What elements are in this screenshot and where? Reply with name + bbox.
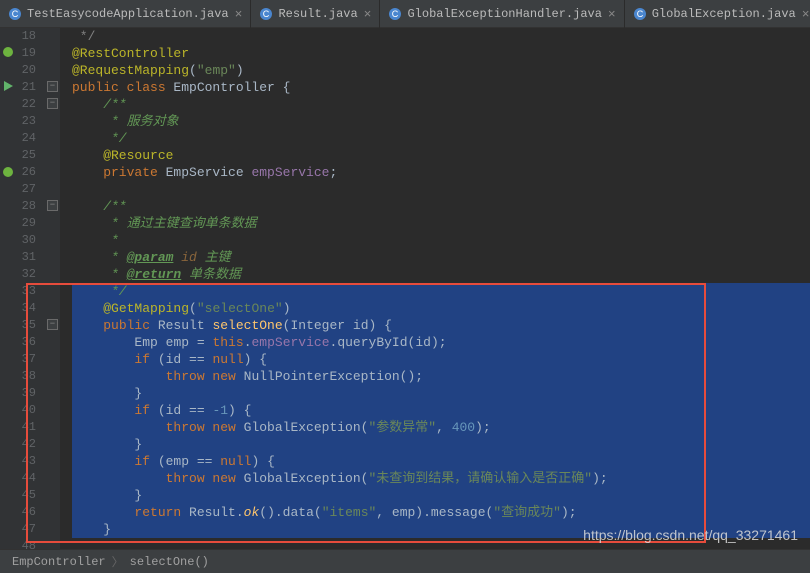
code-line: * 服务对象 (72, 113, 810, 130)
code-line: */ (72, 130, 810, 147)
code-line: */ (72, 283, 810, 300)
code-line: if (id == null) { (72, 351, 810, 368)
java-class-icon: C (259, 7, 273, 21)
line-number: 47 (0, 521, 36, 538)
line-number: 33 (0, 283, 36, 300)
code-line: throw new GlobalException("参数异常", 400); (72, 419, 810, 436)
code-line: @RequestMapping("emp") (72, 62, 810, 79)
code-line: public Result selectOne(Integer id) { (72, 317, 810, 334)
code-line (72, 538, 810, 555)
line-number: 28 (0, 198, 36, 215)
code-line: } (72, 521, 810, 538)
line-number: 42 (0, 436, 36, 453)
code-line: * (72, 232, 810, 249)
line-number: 22 (0, 96, 36, 113)
code-line: } (72, 487, 810, 504)
line-number: 40 (0, 402, 36, 419)
line-number: 43 (0, 453, 36, 470)
spring-bean-icon[interactable] (2, 46, 14, 58)
line-number: 48 (0, 538, 36, 555)
line-number: 39 (0, 385, 36, 402)
code-line: * 通过主键查询单条数据 (72, 215, 810, 232)
line-number: 46 (0, 504, 36, 521)
tab-label: GlobalException.java (652, 7, 796, 21)
spring-bean-icon[interactable] (2, 166, 14, 178)
close-icon[interactable]: × (802, 7, 810, 22)
line-number: 34 (0, 300, 36, 317)
svg-text:C: C (263, 9, 270, 19)
line-number: 36 (0, 334, 36, 351)
code-line: return Result.ok().data("items", emp).me… (72, 504, 810, 521)
code-line: /** (72, 96, 810, 113)
line-number: 41 (0, 419, 36, 436)
java-class-icon: C (388, 7, 402, 21)
editor-area[interactable]: 1819202122232425262728293031323334353637… (0, 28, 810, 549)
code-line: } (72, 436, 810, 453)
line-number: 24 (0, 130, 36, 147)
line-number: 38 (0, 368, 36, 385)
tab-result[interactable]: C Result.java × (251, 0, 380, 28)
code-line: /** (72, 198, 810, 215)
tab-globalexceptionhandler[interactable]: C GlobalExceptionHandler.java × (380, 0, 624, 28)
line-number: 23 (0, 113, 36, 130)
line-number: 31 (0, 249, 36, 266)
line-number: 37 (0, 351, 36, 368)
code-line: private EmpService empService; (72, 164, 810, 181)
java-class-icon: C (633, 7, 647, 21)
editor-tabs: C TestEasycodeApplication.java × C Resul… (0, 0, 810, 28)
line-number: 27 (0, 181, 36, 198)
tab-label: GlobalExceptionHandler.java (407, 7, 601, 21)
code-line: public class EmpController { (72, 79, 810, 96)
line-number: 35 (0, 317, 36, 334)
code-line: @RestController (72, 45, 810, 62)
java-class-icon: C (8, 7, 22, 21)
code-line (72, 181, 810, 198)
line-number: 45 (0, 487, 36, 504)
breadcrumb-method[interactable]: selectOne() (130, 555, 209, 569)
line-number: 32 (0, 266, 36, 283)
code-line: */ (72, 28, 810, 45)
close-icon[interactable]: × (235, 7, 243, 22)
breadcrumb-class[interactable]: EmpController (12, 555, 106, 569)
line-number-gutter: 1819202122232425262728293031323334353637… (0, 28, 46, 549)
code-line: if (emp == null) { (72, 453, 810, 470)
tab-testeasycode[interactable]: C TestEasycodeApplication.java × (0, 0, 251, 28)
chevron-right-icon: 〉 (112, 553, 124, 570)
line-number: 20 (0, 62, 36, 79)
tab-label: TestEasycodeApplication.java (27, 7, 229, 21)
tab-label: Result.java (278, 7, 357, 21)
code-line: throw new GlobalException("未查询到结果，请确认输入是… (72, 470, 810, 487)
tab-globalexception[interactable]: C GlobalException.java × (625, 0, 810, 28)
code-line: @GetMapping("selectOne") (72, 300, 810, 317)
line-number: 18 (0, 28, 36, 45)
code-line: @Resource (72, 147, 810, 164)
svg-text:C: C (392, 9, 399, 19)
code-line: throw new NullPointerException(); (72, 368, 810, 385)
svg-text:C: C (12, 9, 19, 19)
code-area[interactable]: */ @RestController @RequestMapping("emp"… (46, 28, 810, 549)
run-icon[interactable] (2, 80, 14, 92)
code-line: if (id == -1) { (72, 402, 810, 419)
svg-text:C: C (636, 9, 643, 19)
line-number: 29 (0, 215, 36, 232)
line-number: 25 (0, 147, 36, 164)
code-line: } (72, 385, 810, 402)
code-line: Emp emp = this.empService.queryById(id); (72, 334, 810, 351)
close-icon[interactable]: × (608, 7, 616, 22)
line-number: 30 (0, 232, 36, 249)
code-line: * @return 单条数据 (72, 266, 810, 283)
line-number: 44 (0, 470, 36, 487)
close-icon[interactable]: × (364, 7, 372, 22)
code-line: * @param id 主键 (72, 249, 810, 266)
